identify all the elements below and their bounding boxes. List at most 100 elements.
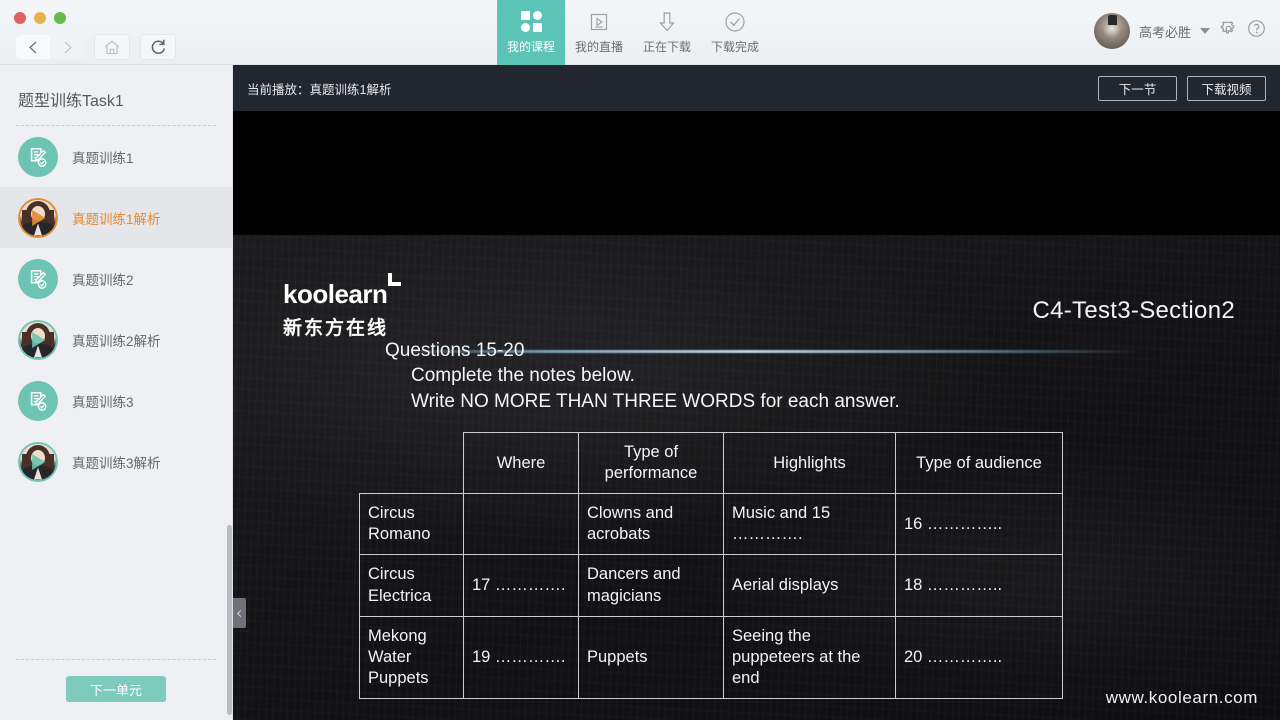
- logo-chevron-icon: [388, 273, 402, 286]
- sidebar-collapse-handle[interactable]: [233, 598, 246, 628]
- tab-label: 我的课程: [506, 39, 555, 54]
- main-tabs: 我的课程 我的直播 正在下载 下载完成: [497, 0, 769, 65]
- player-header: 当前播放：真题训练1解析 下一节 下载视频: [233, 65, 1280, 111]
- settings-button[interactable]: [1219, 19, 1238, 43]
- cell-line-2: acrobats: [587, 525, 651, 544]
- table-header-type-of-performance: Type of performance: [578, 431, 724, 495]
- video-slide[interactable]: koolearn 新东方在线 C4-Test3-Section2 Questio…: [233, 235, 1280, 720]
- download-arrow-icon: [657, 11, 677, 33]
- user-avatar[interactable]: [1093, 13, 1130, 49]
- sidebar-item-label: 真题训练2: [72, 272, 134, 288]
- refresh-button[interactable]: [140, 34, 176, 60]
- check-circle-icon: [724, 11, 746, 33]
- download-video-button[interactable]: 下载视频: [1187, 75, 1266, 101]
- cell-performance: Dancers and magicians: [578, 554, 724, 617]
- tab-label: 下载完成: [710, 39, 759, 54]
- tab-label: 正在下载: [642, 39, 691, 54]
- slide-section-id: C4-Test3-Section2: [1032, 297, 1235, 324]
- header-line-2: performance: [604, 464, 698, 483]
- sidebar-item-label: 真题训练3解析: [72, 455, 161, 471]
- teacher-video-icon: [18, 319, 58, 360]
- cell-audience: 18 …………..: [895, 554, 1063, 617]
- table-row: Circus Electrica 17 …………. Dancers and ma…: [359, 554, 1063, 617]
- koolearn-logo: koolearn 新东方在线: [283, 273, 402, 340]
- watermark-url: www.koolearn.com: [1105, 688, 1258, 707]
- account-area: 高考必胜: [1093, 13, 1266, 49]
- sidebar-item-label: 真题训练2解析: [72, 333, 161, 349]
- next-lesson-button[interactable]: 下一节: [1098, 75, 1177, 101]
- grid-apps-icon: [520, 11, 542, 33]
- document-pen-icon: [18, 258, 58, 299]
- sidebar-footer: 下一单元: [0, 659, 232, 720]
- instruction-line-2: Write NO MORE THAN THREE WORDS for each …: [411, 390, 900, 412]
- cell-line-3: end: [732, 668, 760, 687]
- table-row: Circus Romano Clowns and acrobats Music …: [359, 493, 1063, 556]
- sidebar-item-zhenti-2-analysis[interactable]: 真题训练2解析: [0, 309, 232, 370]
- questions-heading: Questions 15-20: [385, 340, 525, 361]
- teacher-video-icon: [18, 441, 58, 482]
- sidebar-item-zhenti-2[interactable]: 真题训练2: [0, 248, 232, 309]
- cell-line-1: Mekong: [368, 626, 427, 645]
- sidebar-item-label: 真题训练1解析: [72, 211, 161, 227]
- window-traffic-lights: [14, 12, 66, 24]
- home-button[interactable]: [94, 34, 130, 60]
- course-sidebar: 题型训练Task1 真题训练1 真题训练1解析 真题训练2 真题训练2解析 真题…: [0, 65, 233, 720]
- cell-line-2: Electrica: [368, 586, 432, 605]
- cell-highlights: Aerial displays: [723, 554, 896, 617]
- sidebar-title: 题型训练Task1: [18, 93, 124, 110]
- app-window: 我的课程 我的直播 正在下载 下载完成 高考必胜 题型训练Task1 真题训练1…: [0, 0, 1280, 720]
- table-header-blank: [359, 432, 464, 495]
- cell-line-2: Water: [368, 647, 412, 666]
- sidebar-item-zhenti-1-analysis[interactable]: 真题训练1解析: [0, 187, 232, 248]
- sidebar-item-zhenti-3[interactable]: 真题训练3: [0, 370, 232, 431]
- tab-label: 我的直播: [574, 39, 623, 54]
- logo-line2: 新东方在线: [283, 318, 389, 339]
- cell-where: 19 ………….: [463, 615, 579, 699]
- document-pen-icon: [18, 380, 58, 421]
- next-unit-button[interactable]: 下一单元: [66, 676, 166, 702]
- cell-line-2: magicians: [587, 586, 662, 605]
- cell-name: Circus Electrica: [359, 554, 464, 617]
- tab-my-live[interactable]: 我的直播: [565, 0, 633, 65]
- cell-line-1: Clowns and: [587, 504, 674, 523]
- minimize-window-button[interactable]: [34, 12, 46, 24]
- forward-button[interactable]: [50, 35, 84, 59]
- sidebar-item-zhenti-1[interactable]: 真题训练1: [0, 126, 232, 187]
- chevron-right-icon: [64, 41, 72, 53]
- close-window-button[interactable]: [14, 12, 26, 24]
- table-header-highlights: Highlights: [723, 431, 896, 495]
- player-header-buttons: 下一节 下载视频: [1098, 75, 1266, 101]
- cell-line-1: Music and 15: [732, 504, 831, 523]
- help-button[interactable]: [1247, 19, 1266, 43]
- chevron-down-icon[interactable]: [1200, 28, 1210, 34]
- cell-name: Circus Romano: [359, 493, 464, 556]
- teacher-video-icon: [18, 197, 58, 238]
- sidebar-item-label: 真题训练3: [72, 394, 134, 410]
- table-header-type-of-audience: Type of audience: [895, 431, 1063, 495]
- cell-highlights: Music and 15 ………….: [723, 493, 896, 556]
- cell-line-1: Seeing the: [732, 626, 811, 645]
- cell-line-2: Romano: [368, 525, 431, 544]
- tab-my-courses[interactable]: 我的课程: [497, 0, 565, 65]
- now-playing-label: 当前播放：真题训练1解析: [247, 82, 392, 97]
- cell-line-2: puppeteers at the: [732, 647, 861, 666]
- maximize-window-button[interactable]: [54, 12, 66, 24]
- instruction-line-1: Complete the notes below.: [411, 365, 635, 387]
- play-box-icon: [589, 11, 609, 33]
- username-label: 高考必胜: [1138, 24, 1191, 40]
- video-player-panel: 当前播放：真题训练1解析 下一节 下载视频 koolearn 新东方在线 C4-…: [233, 65, 1280, 720]
- back-button[interactable]: [16, 35, 50, 59]
- gear-icon: [1220, 21, 1235, 34]
- table-row: Mekong Water Puppets 19 …………. Puppets Se…: [359, 615, 1063, 699]
- sidebar-item-zhenti-3-analysis[interactable]: 真题训练3解析: [0, 431, 232, 492]
- tab-downloading[interactable]: 正在下载: [633, 0, 701, 65]
- cell-performance: Puppets: [578, 615, 724, 699]
- cell-audience: 16 …………..: [895, 493, 1063, 556]
- refresh-icon: [151, 39, 165, 54]
- tab-download-complete[interactable]: 下载完成: [701, 0, 769, 65]
- cell-where: 17 ………….: [463, 554, 579, 617]
- chevron-left-icon: [236, 609, 245, 617]
- sidebar-item-label: 真题训练1: [72, 150, 134, 166]
- cell-performance: Clowns and acrobats: [578, 493, 724, 556]
- home-icon: [104, 39, 120, 54]
